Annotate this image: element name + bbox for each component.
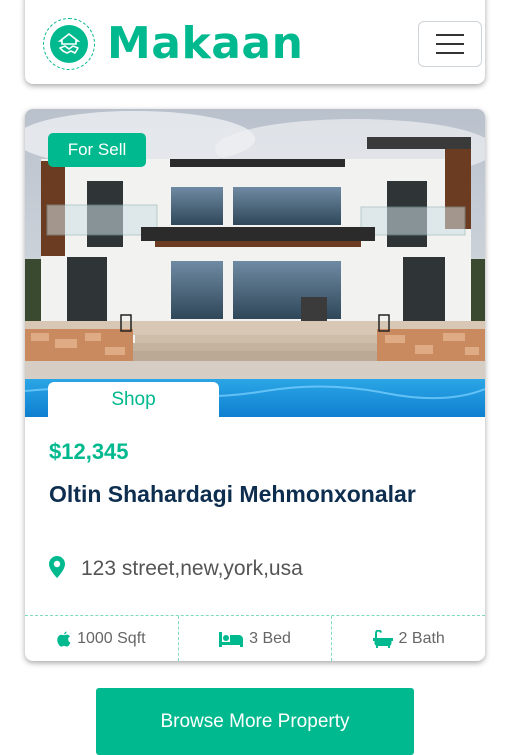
hamburger-menu-icon[interactable]	[418, 21, 482, 67]
property-stats: 1000 Sqft 3 Bed 2 Bath	[25, 615, 485, 661]
stat-bath: 2 Bath	[331, 616, 485, 661]
brand-link[interactable]: Makaan	[43, 18, 303, 70]
map-marker-icon	[49, 556, 65, 582]
area-icon	[57, 631, 71, 647]
property-price: $12,345	[49, 439, 129, 464]
property-address: 123 street,new,york,usa	[49, 556, 303, 582]
logo	[43, 18, 95, 70]
handshake-house-icon	[50, 25, 88, 63]
bed-icon	[219, 631, 244, 647]
stat-bed-label: 3 Bed	[249, 629, 291, 647]
browse-more-property-button[interactable]: Browse More Property	[96, 688, 414, 755]
stat-bed: 3 Bed	[177, 616, 332, 661]
navbar: Makaan	[25, 0, 485, 84]
property-type-badge: Shop	[48, 382, 219, 418]
status-badge: For Sell	[48, 133, 146, 167]
property-title[interactable]: Oltin Shahardagi Mehmonxonalar	[49, 479, 449, 509]
stat-area: 1000 Sqft	[25, 616, 178, 661]
bath-icon	[372, 629, 393, 648]
stat-bath-label: 2 Bath	[398, 629, 445, 647]
property-card[interactable]: For Sell Shop $12,345 Oltin Shahardagi M…	[25, 109, 485, 661]
brand-name: Makaan	[107, 18, 304, 69]
address-text: 123 street,new,york,usa	[81, 557, 303, 580]
stat-area-label: 1000 Sqft	[77, 629, 146, 647]
